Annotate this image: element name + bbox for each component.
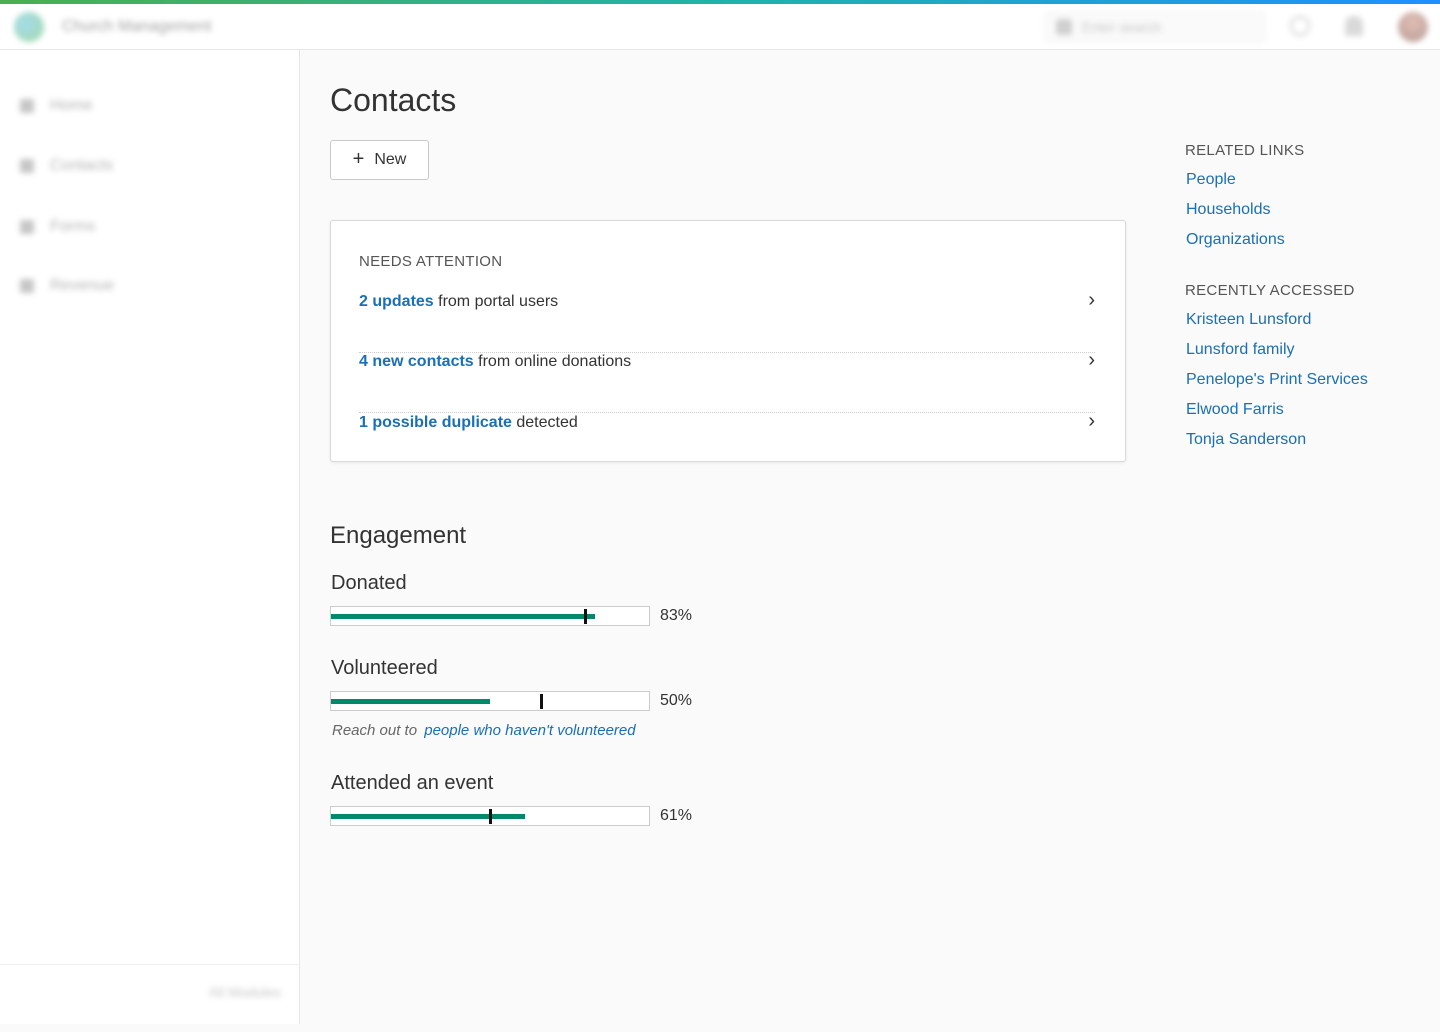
app-title: Church Management: [62, 18, 212, 35]
progress-fill: [331, 699, 490, 704]
search-icon: [1056, 19, 1072, 35]
attention-item-description: detected: [511, 414, 578, 431]
needs-attention-card: NEEDS ATTENTION 2 updates from portal us…: [330, 220, 1126, 462]
forms-icon: [20, 220, 34, 234]
top-bar: Church Management Enter search: [0, 0, 1440, 50]
sidebar: Home Contacts Forms Revenue All Modules: [0, 50, 300, 1024]
attention-item-text: 2 updates from portal users: [359, 293, 558, 311]
sidebar-item-label: Home: [50, 97, 93, 114]
progress-fill: [331, 614, 595, 619]
progress-fill: [331, 814, 525, 819]
recent-link[interactable]: Elwood Farris: [1186, 401, 1284, 419]
row-divider: [359, 412, 1095, 413]
sidebar-item-contacts[interactable]: Contacts: [20, 154, 113, 178]
engagement-title: Engagement: [330, 522, 467, 549]
sidebar-item-label: Contacts: [50, 157, 114, 174]
metric-label-donated: Donated: [331, 572, 407, 594]
metric-label-volunteered: Volunteered: [331, 657, 438, 679]
avatar[interactable]: [1398, 12, 1428, 42]
search-box[interactable]: Enter search: [1045, 12, 1265, 42]
attention-item-updates[interactable]: 2 updates from portal users ›: [359, 289, 1095, 353]
benchmark-marker: [584, 609, 587, 624]
volunteered-progress-bar: [330, 691, 650, 711]
benchmark-marker: [489, 809, 492, 824]
plus-icon: +: [352, 148, 365, 170]
chevron-right-icon[interactable]: ›: [1088, 289, 1095, 312]
revenue-icon: [20, 279, 34, 293]
metric-label-attended: Attended an event: [331, 772, 494, 794]
contacts-icon: [20, 159, 34, 173]
sidebar-item-home[interactable]: Home: [20, 94, 93, 118]
benchmark-marker: [540, 694, 543, 709]
attention-item-duplicates[interactable]: 1 possible duplicate detected ›: [359, 410, 1095, 474]
attention-item-description: from portal users: [433, 293, 559, 310]
donated-progress-bar: [330, 606, 650, 626]
new-button-label: New: [374, 151, 407, 168]
related-links-heading: RELATED LINKS: [1185, 142, 1305, 159]
chevron-right-icon[interactable]: ›: [1088, 410, 1095, 433]
non-volunteers-link[interactable]: people who haven't volunteered: [424, 722, 635, 739]
related-link-households[interactable]: Households: [1186, 201, 1271, 219]
sidebar-footer-divider: [0, 964, 300, 965]
recent-link[interactable]: Lunsford family: [1186, 341, 1295, 359]
home-icon: [20, 99, 34, 113]
recent-link[interactable]: Kristeen Lunsford: [1186, 311, 1311, 329]
chevron-right-icon[interactable]: ›: [1088, 349, 1095, 372]
attended-progress-bar: [330, 806, 650, 826]
recent-link[interactable]: Tonja Sanderson: [1186, 431, 1306, 449]
recently-accessed-heading: RECENTLY ACCESSED: [1185, 282, 1355, 299]
app-logo-icon[interactable]: [14, 12, 44, 42]
brand-stripe: [0, 0, 1440, 4]
attention-item-text: 1 possible duplicate detected: [359, 414, 578, 432]
sidebar-item-forms[interactable]: Forms: [20, 215, 95, 239]
volunteered-percent: 50%: [660, 692, 693, 709]
volunteer-prompt: Reach out to people who haven't voluntee…: [332, 722, 636, 739]
volunteer-prompt-text: Reach out to: [332, 722, 418, 739]
attention-item-count[interactable]: 2 updates: [359, 293, 434, 310]
related-link-people[interactable]: People: [1186, 171, 1236, 189]
help-icon[interactable]: [1290, 16, 1310, 36]
attention-item-description: from online donations: [473, 353, 632, 370]
related-link-organizations[interactable]: Organizations: [1186, 231, 1285, 249]
attention-item-count[interactable]: 4 new contacts: [359, 353, 474, 370]
sidebar-item-label: Forms: [50, 218, 96, 235]
attention-item-new-contacts[interactable]: 4 new contacts from online donations ›: [359, 349, 1095, 413]
all-modules-link[interactable]: All Modules: [209, 984, 281, 1000]
attended-percent: 61%: [660, 807, 693, 824]
recent-link[interactable]: Penelope's Print Services: [1186, 371, 1368, 389]
attention-item-text: 4 new contacts from online donations: [359, 353, 631, 371]
search-input[interactable]: Enter search: [1082, 19, 1161, 35]
sidebar-item-revenue[interactable]: Revenue: [20, 274, 114, 298]
donated-percent: 83%: [660, 607, 693, 624]
page-title: Contacts: [330, 82, 457, 118]
notifications-icon[interactable]: [1345, 16, 1363, 36]
needs-attention-heading: NEEDS ATTENTION: [359, 253, 503, 270]
attention-item-count[interactable]: 1 possible duplicate: [359, 414, 512, 431]
sidebar-item-label: Revenue: [50, 277, 115, 294]
new-contact-button[interactable]: + New: [330, 140, 429, 180]
